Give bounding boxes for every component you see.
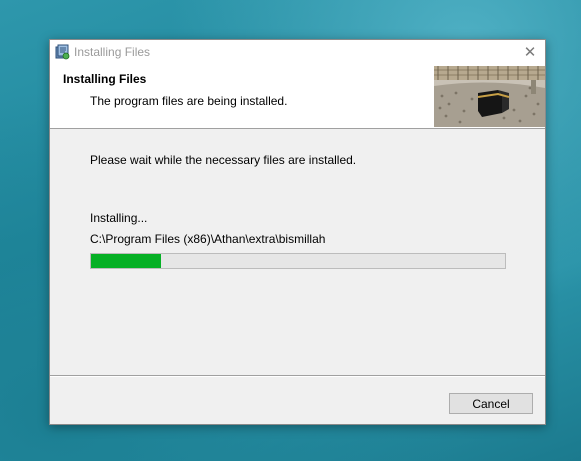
kaaba-image [434,66,545,127]
close-button[interactable]: ✕ [515,40,545,64]
header-banner: Installing Files The program files are b… [50,64,545,129]
installer-dialog: Installing Files ✕ Installing Files The … [49,39,546,425]
cancel-button[interactable]: Cancel [449,393,533,414]
installer-icon [54,44,70,60]
current-file-path: C:\Program Files (x86)\Athan\extra\bismi… [90,232,326,246]
header-subtitle: The program files are being installed. [90,94,288,108]
close-icon: ✕ [523,44,537,61]
wait-message: Please wait while the necessary files ar… [90,153,357,167]
title-bar[interactable]: Installing Files ✕ [50,40,545,64]
window-title: Installing Files [74,45,151,59]
status-text: Installing... [90,211,148,225]
footer-separator [50,375,545,377]
progress-fill [91,254,162,268]
header-title: Installing Files [63,72,147,86]
progress-bar [90,253,506,269]
